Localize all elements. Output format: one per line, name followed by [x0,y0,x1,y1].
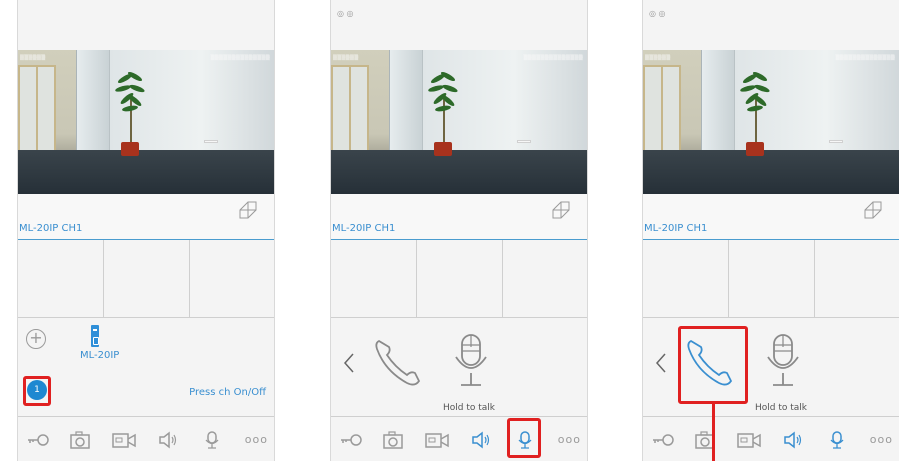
more-icon[interactable]: ooo [870,433,893,446]
channel-label: ML-20IP CH1 [644,223,708,234]
speaker-icon[interactable] [158,431,178,449]
hold-to-talk-mic-icon[interactable] [763,333,803,389]
call-icon[interactable] [371,333,427,389]
doorbell-device-icon[interactable] [91,325,99,347]
channel-grid [18,240,274,318]
channel-slot[interactable] [503,240,589,318]
status-icons: ◎ ◎ [337,9,354,18]
status-bar: ◎ ◎ [331,0,587,50]
screen-panel-2: ◎ ◎ ▒▒▒▒▒▒ ▒▒▒▒▒▒▒▒▒▒▒▒▒▒ ML-20IP CH1 Ho… [330,0,588,461]
camera-feed: ▒▒▒▒▒▒ ▒▒▒▒▒▒▒▒▒▒▒▒▒▒ [331,50,587,194]
camera-feed: ▒▒▒▒▒▒ ▒▒▒▒▒▒▒▒▒▒▒▒▒▒ [643,50,899,194]
microphone-icon[interactable] [202,431,222,449]
channel-label: ML-20IP CH1 [332,223,396,234]
channel-slot[interactable] [18,240,104,318]
speaker-icon[interactable] [471,431,491,449]
video-view[interactable]: ▒▒▒▒▒▒ ▒▒▒▒▒▒▒▒▒▒▒▒▒▒ ML-20IP CH1 [18,50,274,240]
channel-slot[interactable] [729,240,815,318]
video-view[interactable]: ▒▒▒▒▒▒ ▒▒▒▒▒▒▒▒▒▒▒▒▒▒ ML-20IP CH1 [331,50,587,240]
video-record-icon[interactable] [425,431,449,449]
back-arrow-icon[interactable] [343,352,355,374]
back-arrow-icon[interactable] [655,352,667,374]
channel-slot[interactable] [104,240,190,318]
screen-panel-3: ◎ ◎ ▒▒▒▒▒▒ ▒▒▒▒▒▒▒▒▒▒▒▒▒▒ ML-20IP CH1 Ho… [642,0,899,461]
channel-grid [643,240,899,318]
speaker-icon[interactable] [783,431,803,449]
channel-slot[interactable] [331,240,417,318]
key-icon[interactable] [26,431,50,449]
bottom-toolbar: ooo [18,416,274,461]
screen-panel-1: ▒▒▒▒▒▒ ▒▒▒▒▒▒▒▒▒▒▒▒▒▒ ML-20IP CH1 + ML-2… [17,0,275,461]
highlight-box [678,326,748,404]
bottom-toolbar: ooo [331,416,587,461]
video-view[interactable]: ▒▒▒▒▒▒ ▒▒▒▒▒▒▒▒▒▒▒▒▒▒ ML-20IP CH1 [643,50,899,240]
channel-slot[interactable] [190,240,276,318]
camera-feed: ▒▒▒▒▒▒ ▒▒▒▒▒▒▒▒▒▒▒▒▒▒ [18,50,274,194]
status-icons: ◎ ◎ [649,9,666,18]
add-device-button[interactable]: + [26,329,46,349]
status-bar: ◎ ◎ [643,0,899,50]
highlight-box [23,376,51,406]
video-record-icon[interactable] [737,431,761,449]
device-name: ML-20IP [80,350,120,361]
expand-icon[interactable] [236,198,260,222]
key-icon[interactable] [339,431,363,449]
camera-icon[interactable] [70,431,90,449]
microphone-icon[interactable] [827,431,847,449]
expand-icon[interactable] [861,198,885,222]
camera-icon[interactable] [383,431,403,449]
hold-to-talk-label: Hold to talk [443,403,496,413]
expand-icon[interactable] [549,198,573,222]
more-icon[interactable]: ooo [558,433,581,446]
highlight-box [507,418,541,458]
hold-to-talk-mic-icon[interactable] [451,333,491,389]
channel-label: ML-20IP CH1 [19,223,83,234]
status-bar [18,0,274,50]
bottom-toolbar: ooo [643,416,899,461]
press-channel-hint: Press ch On/Off [189,387,266,398]
channel-slot[interactable] [643,240,729,318]
channel-slot[interactable] [417,240,503,318]
video-record-icon[interactable] [112,431,136,449]
hold-to-talk-label: Hold to talk [755,403,808,413]
channel-slot[interactable] [815,240,899,318]
channel-grid [331,240,587,318]
key-icon[interactable] [651,431,675,449]
highlight-pointer-line [712,404,715,461]
more-icon[interactable]: ooo [245,433,268,446]
